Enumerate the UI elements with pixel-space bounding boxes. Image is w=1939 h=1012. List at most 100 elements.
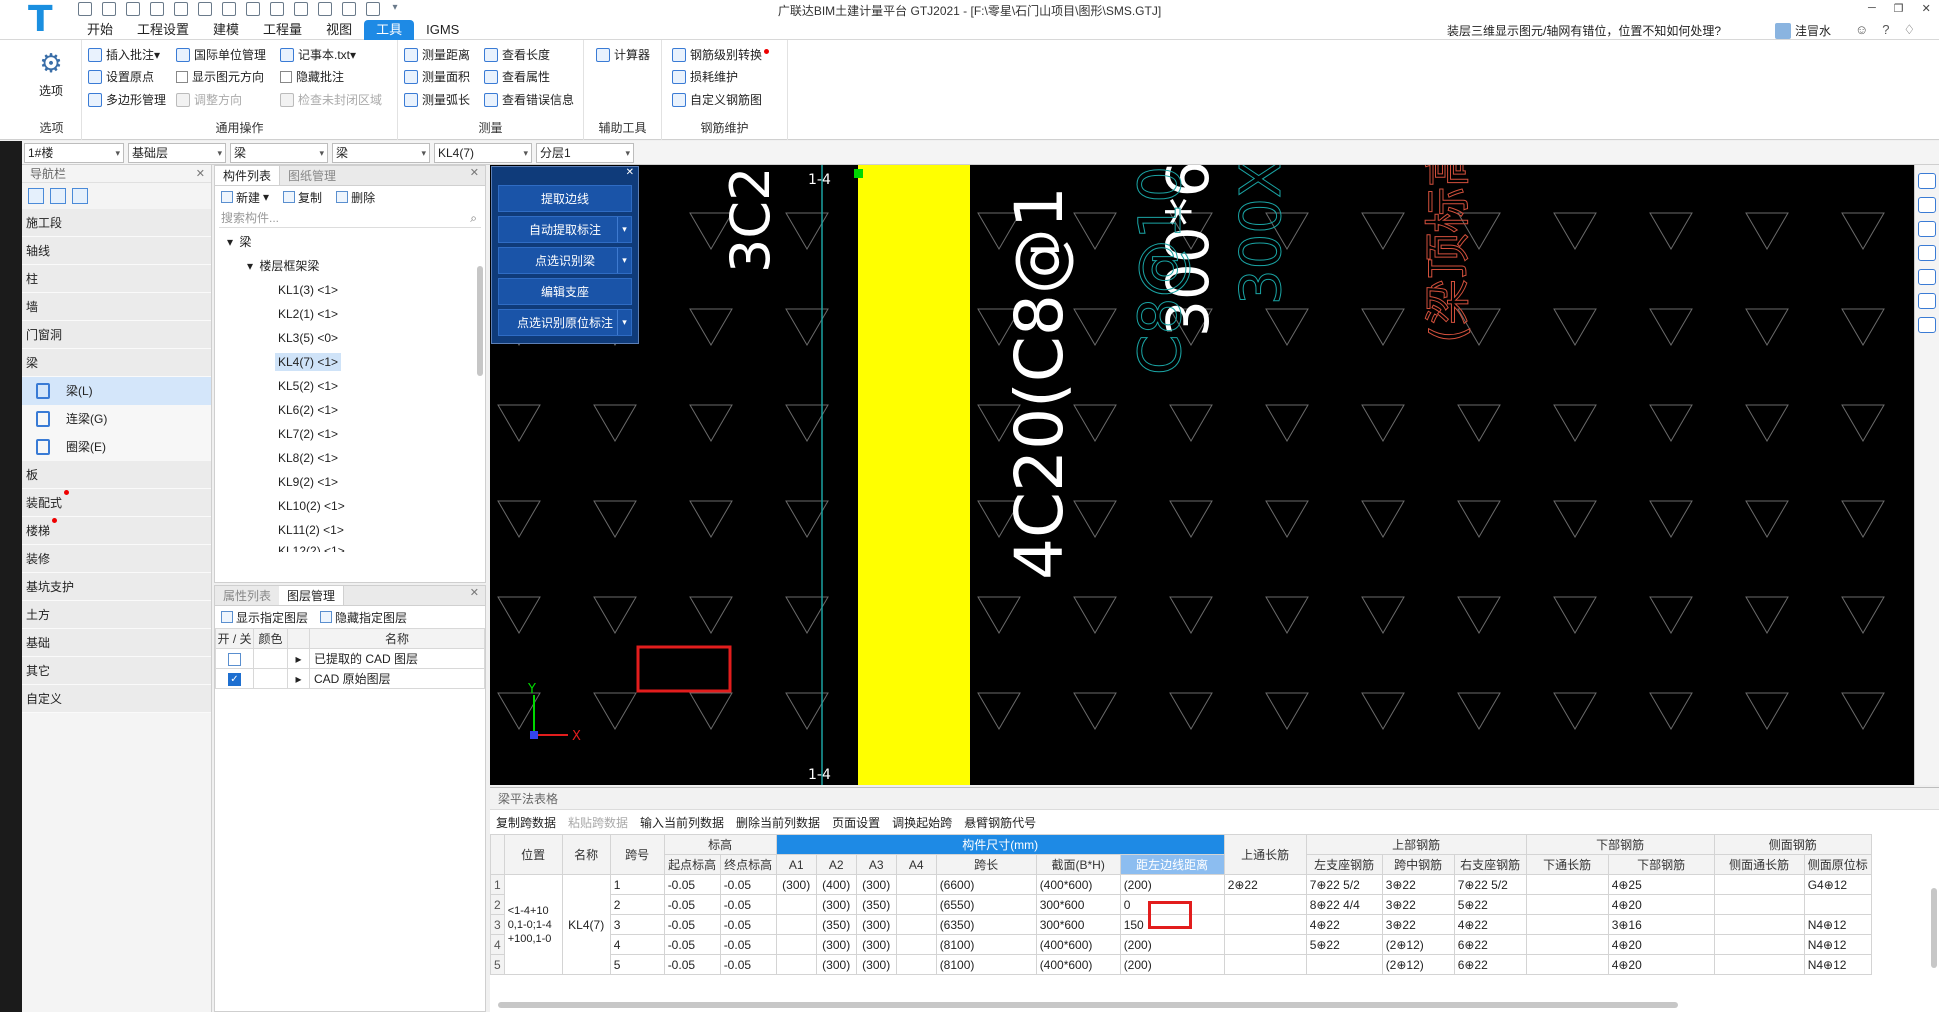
close-icon[interactable]: ✕ bbox=[470, 166, 479, 179]
component-search-input[interactable]: 搜索构件... ⌕ bbox=[219, 208, 481, 228]
user-account[interactable]: 洼冒水 bbox=[1775, 22, 1831, 39]
nav-cat-opening[interactable]: 门窗洞 bbox=[22, 321, 211, 349]
delete-column-button[interactable]: 删除当前列数据 bbox=[736, 814, 820, 831]
edit-support-button[interactable]: 编辑支座 bbox=[498, 278, 632, 305]
table-cell[interactable]: -0.05 bbox=[663, 954, 721, 975]
table-cell[interactable]: -0.05 bbox=[719, 874, 777, 895]
table-cell[interactable]: (2⊕12) bbox=[1381, 934, 1455, 955]
redo-icon[interactable] bbox=[174, 2, 188, 16]
tab-quantity[interactable]: 工程量 bbox=[251, 20, 314, 40]
table-cell[interactable]: (200) bbox=[1119, 954, 1225, 975]
tree-item[interactable]: KL1(3) <1> bbox=[215, 278, 485, 302]
table-cell[interactable]: (350) bbox=[815, 914, 857, 935]
insert-annotation-button[interactable]: 插入批注 ▾ bbox=[88, 46, 160, 64]
tab-tools[interactable]: 工具 bbox=[364, 20, 415, 40]
table-cell[interactable] bbox=[1223, 914, 1307, 935]
view-solid-icon[interactable] bbox=[1918, 245, 1936, 261]
calculator-button[interactable]: 计算器 bbox=[596, 46, 650, 64]
tab-view[interactable]: 视图 bbox=[314, 20, 364, 40]
expand-icon[interactable]: ▸ bbox=[287, 668, 310, 689]
measure-arc-button[interactable]: 测量弧长 bbox=[404, 91, 470, 109]
view-properties-button[interactable]: 查看属性 bbox=[484, 68, 550, 86]
table-cell[interactable]: 8⊕22 4/4 bbox=[1305, 894, 1383, 915]
grip-point[interactable] bbox=[854, 169, 863, 178]
tab-igms[interactable]: IGMS bbox=[414, 20, 471, 40]
table-cell[interactable]: (350) bbox=[855, 894, 897, 915]
chevron-down-icon[interactable]: ▾ bbox=[617, 310, 631, 335]
tree-item[interactable]: KL9(2) <1> bbox=[215, 470, 485, 494]
nav-cat-decoration[interactable]: 装修 bbox=[22, 545, 211, 573]
table-cell[interactable]: -0.05 bbox=[663, 894, 721, 915]
close-icon[interactable]: ✕ bbox=[470, 586, 479, 599]
table-cell[interactable]: (300) bbox=[855, 954, 897, 975]
nav-cat-axis[interactable]: 轴线 bbox=[22, 237, 211, 265]
table-cell[interactable]: (200) bbox=[1119, 934, 1225, 955]
expand-icon[interactable]: ▸ bbox=[287, 648, 310, 669]
table-cell[interactable]: 3⊕22 bbox=[1381, 894, 1455, 915]
help-question[interactable]: 装层三维显示图元/轴网有错位，位置不知如何处理? bbox=[1447, 22, 1721, 39]
nav-cat-beam[interactable]: 梁 bbox=[22, 349, 211, 377]
table-cell[interactable] bbox=[1713, 954, 1805, 975]
tab-project-settings[interactable]: 工程设置 bbox=[125, 20, 201, 40]
nav-cat-other[interactable]: 其它 bbox=[22, 657, 211, 685]
measure-area-button[interactable]: 测量面积 bbox=[404, 68, 470, 86]
table-cell[interactable] bbox=[1713, 914, 1805, 935]
row-number[interactable]: 2 bbox=[490, 894, 505, 915]
set-origin-button[interactable]: 设置原点 bbox=[88, 68, 154, 86]
tree-item[interactable]: KL8(2) <1> bbox=[215, 446, 485, 470]
table-cell[interactable] bbox=[1713, 894, 1805, 915]
table-cell[interactable] bbox=[1525, 874, 1609, 895]
table-cell[interactable]: 4 bbox=[609, 934, 665, 955]
type-select[interactable]: 梁 ▾ bbox=[230, 143, 328, 163]
zoom-extent-icon[interactable] bbox=[1918, 269, 1936, 285]
minimize-icon[interactable]: ─ bbox=[1868, 2, 1876, 15]
table-cell[interactable]: 2 bbox=[609, 894, 665, 915]
nav-cat-earthwork[interactable]: 土方 bbox=[22, 601, 211, 629]
view-box-icon[interactable] bbox=[1918, 221, 1936, 237]
table-cell[interactable] bbox=[1223, 954, 1307, 975]
table-cell[interactable] bbox=[1525, 934, 1609, 955]
hide-annotation-checkbox[interactable]: 隐藏批注 bbox=[280, 68, 344, 86]
properties-icon[interactable] bbox=[1918, 317, 1936, 333]
table-cell[interactable]: (400*600) bbox=[1035, 954, 1121, 975]
nav-cat-stairs[interactable]: 楼梯 bbox=[22, 517, 211, 545]
table-cell[interactable]: 3⊕22 bbox=[1381, 874, 1455, 895]
settings-icon[interactable] bbox=[270, 2, 284, 16]
table-cell[interactable]: 1 bbox=[609, 874, 665, 895]
loss-maintain-button[interactable]: 损耗维护 bbox=[672, 68, 738, 86]
measure-distance-button[interactable]: 测量距离 bbox=[404, 46, 470, 64]
table-cell[interactable]: 300*600 bbox=[1035, 894, 1121, 915]
intl-unit-button[interactable]: 国际单位管理 bbox=[176, 46, 266, 64]
table-cell[interactable]: 4⊕20 bbox=[1607, 894, 1715, 915]
table-cell[interactable]: 3⊕22 bbox=[1381, 914, 1455, 935]
table-row[interactable]: 4 4 -0.05 -0.05 (300) (300) (8100) (400*600) (20… bbox=[490, 934, 1872, 955]
tree-item[interactable]: KL7(2) <1> bbox=[215, 422, 485, 446]
component-scrollbar[interactable] bbox=[477, 266, 483, 376]
subtype-select[interactable]: 梁 ▾ bbox=[332, 143, 430, 163]
point-recognize-inplace-button[interactable]: 点选识别原位标注 ▾ bbox=[498, 309, 632, 336]
table-cell[interactable]: (300) bbox=[815, 954, 857, 975]
nav-cat-pit-support[interactable]: 基坑支护 bbox=[22, 573, 211, 601]
table-cell[interactable]: (200) bbox=[1119, 874, 1225, 895]
copy-component-button[interactable]: 复制 bbox=[283, 189, 322, 206]
row-number[interactable]: 4 bbox=[490, 934, 505, 955]
grid-icon[interactable] bbox=[222, 2, 236, 16]
table-cell[interactable]: (6550) bbox=[935, 894, 1037, 915]
tab-property-list[interactable]: 属性列表 bbox=[215, 586, 279, 605]
extract-edge-button[interactable]: 提取边线 bbox=[498, 185, 632, 212]
view-length-button[interactable]: 查看长度 bbox=[484, 46, 550, 64]
show-layer-button[interactable]: 显示指定图层 bbox=[221, 609, 308, 626]
save-icon[interactable] bbox=[126, 2, 140, 16]
nav-cat-custom[interactable]: 自定义 bbox=[22, 685, 211, 713]
nav-cat-construction-section[interactable]: 施工段 bbox=[22, 209, 211, 237]
help-icon[interactable]: ? bbox=[1882, 22, 1889, 38]
table-cell[interactable]: (6600) bbox=[935, 874, 1037, 895]
table-cell[interactable] bbox=[1713, 874, 1805, 895]
adjust-direction-button[interactable]: 调整方向 bbox=[176, 91, 242, 109]
table-cell[interactable] bbox=[1223, 934, 1307, 955]
table-cell[interactable]: (300) bbox=[815, 934, 857, 955]
tree-item[interactable]: KL12(2) <1> bbox=[215, 542, 485, 552]
table-cell[interactable] bbox=[775, 934, 817, 955]
close-icon[interactable]: ✕ bbox=[196, 165, 205, 183]
table-cell[interactable]: N4⊕12 bbox=[1803, 934, 1872, 955]
